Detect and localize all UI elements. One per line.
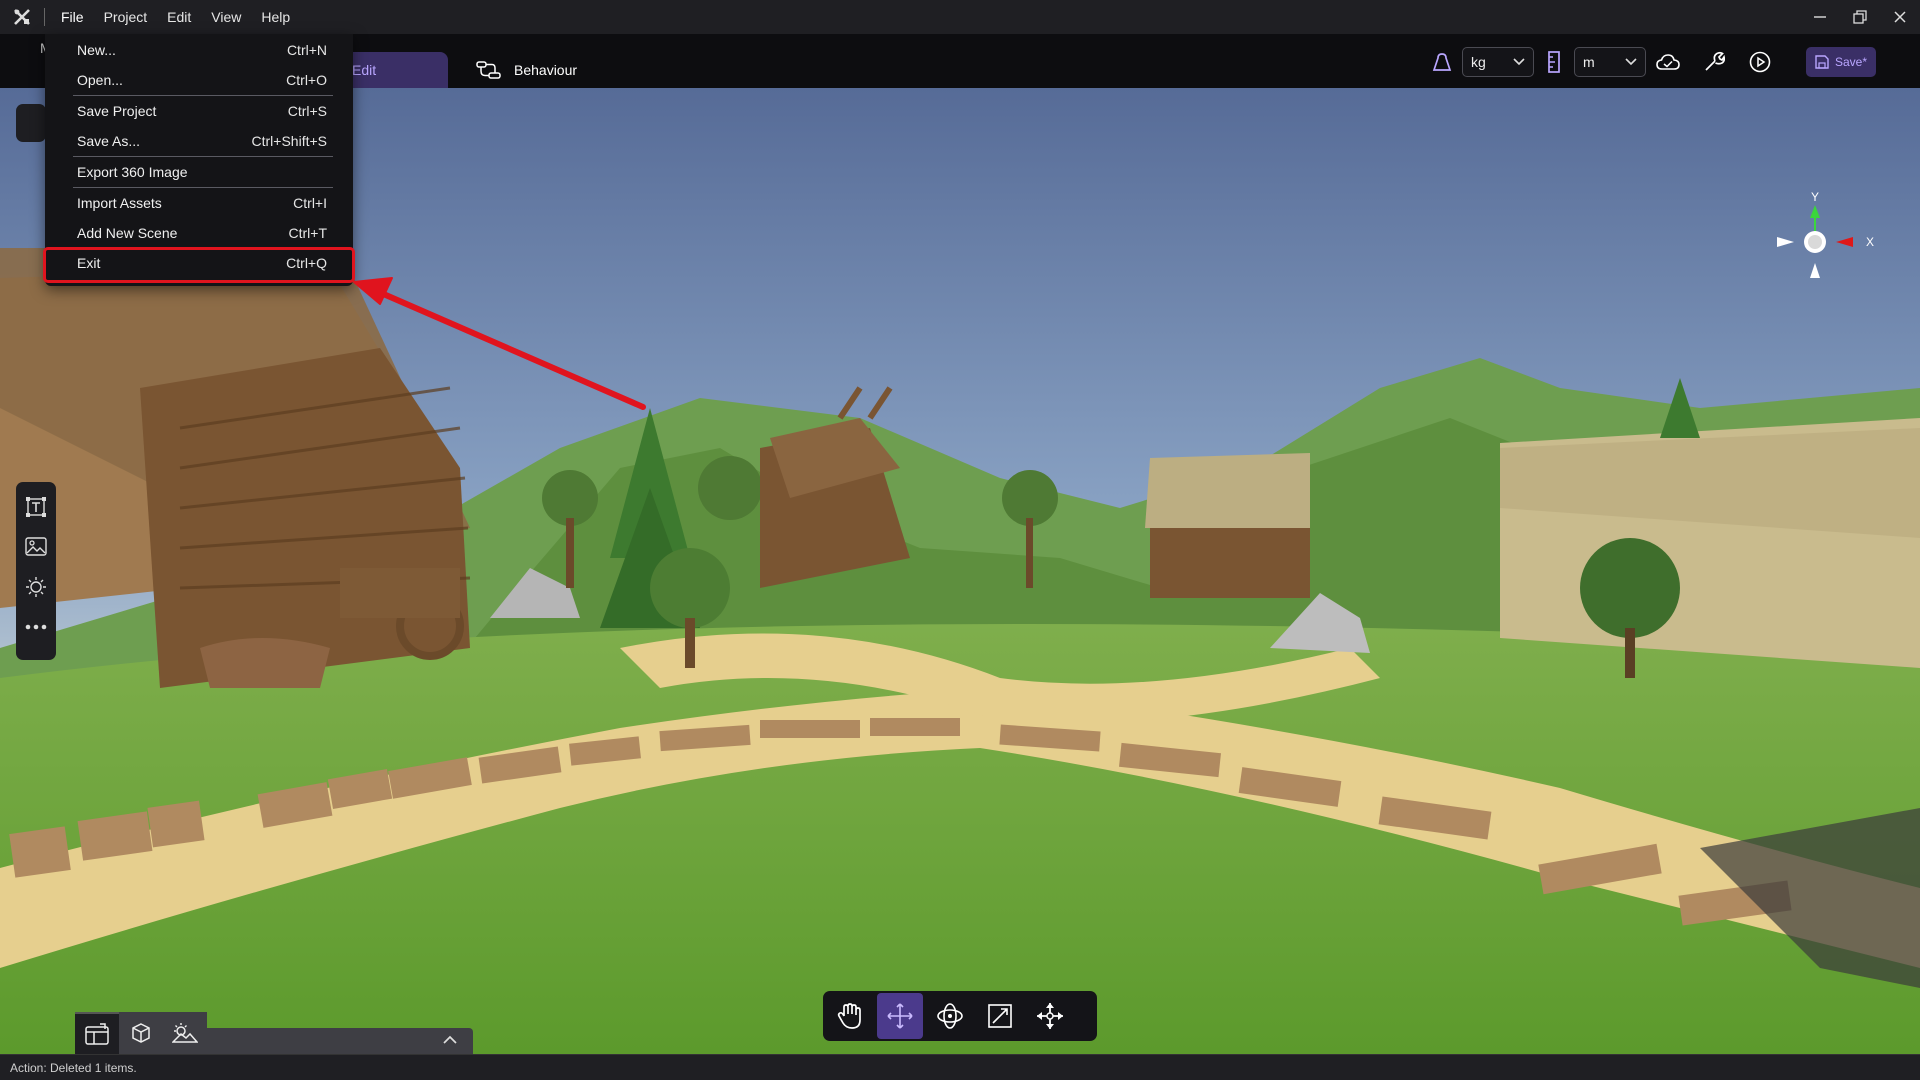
status-bar: Action: Deleted 1 items. (0, 1054, 1920, 1080)
weight-unit-value: kg (1471, 54, 1486, 70)
gizmo-y-label: Y (1811, 190, 1820, 204)
menu-item-add-new-scene[interactable]: Add New Scene Ctrl+T (45, 218, 353, 248)
length-unit-group: m (1540, 46, 1646, 78)
menu-item-new[interactable]: New... Ctrl+N (45, 35, 353, 65)
menu-item-label: Exit (77, 255, 101, 271)
menu-item-import-assets[interactable]: Import Assets Ctrl+I (45, 188, 353, 218)
hand-icon[interactable] (827, 993, 873, 1039)
gizmo-x-label: X (1866, 235, 1875, 249)
menu-item-shortcut: Ctrl+N (286, 42, 327, 58)
menu-item-save-project[interactable]: Save Project Ctrl+S (45, 96, 353, 126)
bottom-panel-bar (207, 1028, 473, 1054)
length-unit-select[interactable]: m (1574, 47, 1646, 77)
menu-item-label: Export 360 Image (77, 164, 188, 180)
menu-bar: File Project Edit View Help (51, 0, 300, 34)
menu-view[interactable]: View (201, 0, 251, 34)
move-icon[interactable] (877, 993, 923, 1039)
tab-behaviour-label: Behaviour (514, 62, 578, 78)
menu-file[interactable]: File (51, 0, 94, 34)
restore-icon[interactable] (1840, 0, 1880, 34)
hidden-side-button[interactable] (16, 104, 46, 142)
menu-item-label: Import Assets (77, 195, 162, 211)
menu-item-label: New... (77, 42, 116, 58)
menu-item-shortcut: Ctrl+O (286, 72, 327, 88)
menu-item-label: Add New Scene (77, 225, 178, 241)
menu-edit[interactable]: Edit (157, 0, 201, 34)
object-icon[interactable] (119, 1012, 163, 1054)
action-icons: Save* (1652, 46, 1877, 78)
weight-unit-group: kg (1428, 46, 1534, 78)
text-frame-icon[interactable] (23, 494, 49, 520)
close-icon[interactable] (1880, 0, 1920, 34)
menu-item-label: Open... (77, 72, 123, 88)
chevron-down-icon (1513, 58, 1525, 66)
tab-behaviour[interactable]: Behaviour (462, 52, 622, 88)
axis-gizmo[interactable]: Y X (1770, 188, 1880, 298)
ruler-icon (1540, 48, 1568, 76)
menu-item-shortcut: Ctrl+I (293, 195, 327, 211)
menu-item-exit[interactable]: Exit Ctrl+Q (45, 248, 353, 278)
file-menu-dropdown: New... Ctrl+N Open... Ctrl+O Save Project C… (45, 34, 353, 286)
logo-separator (44, 8, 45, 26)
scene-icon[interactable] (75, 1012, 119, 1054)
menu-item-label: Save Project (77, 103, 157, 119)
menu-item-export-360[interactable]: Export 360 Image (45, 157, 353, 187)
play-icon[interactable] (1744, 46, 1776, 78)
menu-item-shortcut: Ctrl+S (287, 103, 327, 119)
light-icon[interactable] (23, 574, 49, 600)
save-button[interactable]: Save* (1806, 47, 1877, 77)
menu-item-shortcut: Ctrl+Shift+S (251, 133, 327, 149)
wrench-icon[interactable] (1698, 46, 1730, 78)
minimize-icon[interactable] (1800, 0, 1840, 34)
menu-item-save-as[interactable]: Save As... Ctrl+Shift+S (45, 126, 353, 156)
cross-tools-icon[interactable] (0, 0, 44, 34)
menu-item-shortcut: Ctrl+Q (286, 255, 327, 271)
length-unit-value: m (1583, 54, 1595, 70)
menu-item-label: Save As... (77, 133, 141, 149)
pivot-icon[interactable] (1027, 993, 1073, 1039)
cloud-icon[interactable] (1652, 46, 1684, 78)
rotate-icon[interactable] (927, 993, 973, 1039)
environment-icon[interactable] (163, 1012, 207, 1054)
image-icon[interactable] (23, 534, 49, 560)
behaviour-flow-icon (476, 60, 502, 80)
bottom-panel-tabs (75, 1012, 207, 1054)
title-bar: File Project Edit View Help (0, 0, 1920, 34)
chevron-down-icon (1625, 58, 1637, 66)
floppy-icon (1815, 55, 1829, 69)
scale-icon[interactable] (977, 993, 1023, 1039)
tab-edit-label: Edit (352, 62, 377, 78)
window-controls (1800, 0, 1920, 34)
menu-item-open[interactable]: Open... Ctrl+O (45, 65, 353, 95)
save-label: Save* (1835, 55, 1868, 69)
left-tool-strip (16, 482, 56, 660)
transform-toolbar (823, 991, 1097, 1041)
menu-item-shortcut: Ctrl+T (288, 225, 328, 241)
chevron-up-icon[interactable] (443, 1032, 457, 1047)
menu-help[interactable]: Help (251, 0, 300, 34)
weight-unit-select[interactable]: kg (1462, 47, 1534, 77)
weight-icon (1428, 48, 1456, 76)
menu-project[interactable]: Project (94, 0, 158, 34)
more-icon[interactable] (23, 614, 49, 640)
